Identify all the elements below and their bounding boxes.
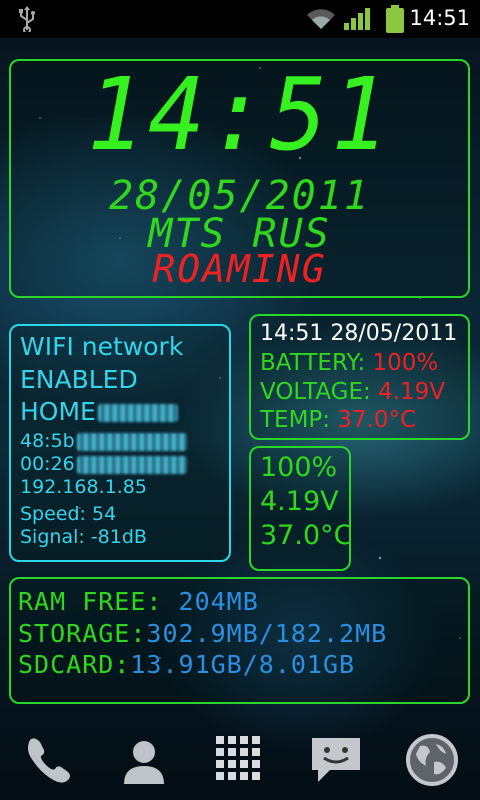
temp-value: 37.0°C <box>337 407 417 433</box>
wifi-signal: Signal: -81dB <box>20 526 147 548</box>
phone-icon[interactable] <box>20 732 76 788</box>
status-bar[interactable]: 14:51 <box>0 0 480 38</box>
wifi-bssid-row: 00:26 <box>20 453 187 476</box>
voltage-value: 4.19V <box>378 379 446 405</box>
voltage-row: VOLTAGE: 4.19V <box>260 378 445 407</box>
ram-label: RAM FREE: <box>18 587 163 616</box>
temp-label: TEMP: <box>260 407 331 433</box>
clock-time: 14:51 <box>87 56 392 173</box>
battery-widget[interactable]: 14:51 28/05/2011 BATTERY: 100% VOLTAGE: … <box>249 314 470 440</box>
usb-icon <box>19 6 35 32</box>
wifi-title: WIFI network <box>20 332 184 361</box>
wifi-ip: 192.168.1.85 <box>20 476 147 498</box>
sdcard-value: 13.91GB/8.01GB <box>130 650 356 679</box>
battery-row: BATTERY: 100% <box>260 349 438 378</box>
wifi-widget[interactable]: WIFI network ENABLED HOME 48:5b 00:26 19… <box>9 324 231 562</box>
battery-widget-header: 14:51 28/05/2011 <box>260 321 458 346</box>
storage-row: STORAGE:302.9MB/182.2MB <box>18 618 387 649</box>
wifi-mac-row: 48:5b <box>20 430 187 453</box>
clock-widget[interactable]: 14:51 28/05/2011 MTS RUS ROAMING <box>9 59 470 298</box>
app-drawer-icon[interactable] <box>212 732 268 788</box>
redacted-mac <box>76 432 187 451</box>
temp-row: TEMP: 37.0°C <box>260 406 416 435</box>
mini-battery-temp: 37.0°C <box>260 520 353 551</box>
battery-value: 100% <box>372 350 439 376</box>
redacted-ssid <box>97 404 178 422</box>
storage-label: STORAGE: <box>18 619 147 648</box>
sdcard-label: SDCARD: <box>18 650 131 679</box>
mini-battery-percent: 100% <box>260 452 338 483</box>
memory-widget[interactable]: RAM FREE: 204MB STORAGE:302.9MB/182.2MB … <box>9 577 470 704</box>
wifi-ssid-row: HOME <box>20 396 178 428</box>
roaming-indicator: ROAMING <box>152 247 327 291</box>
browser-icon[interactable] <box>404 732 460 788</box>
battery-icon <box>386 5 404 33</box>
messaging-icon[interactable] <box>308 732 364 788</box>
status-time: 14:51 <box>409 6 470 30</box>
wifi-mac: 48:5b <box>20 430 75 452</box>
wifi-icon <box>307 9 335 30</box>
wifi-speed: Speed: 54 <box>20 503 117 525</box>
voltage-label: VOLTAGE: <box>260 379 371 405</box>
ram-row: RAM FREE: 204MB <box>18 586 259 617</box>
wifi-bssid: 00:26 <box>20 453 75 475</box>
redacted-bssid <box>76 455 187 474</box>
sdcard-row: SDCARD:13.91GB/8.01GB <box>18 649 355 680</box>
battery-mini-widget[interactable]: 100% 4.19V 37.0°C <box>249 446 353 571</box>
storage-value: 302.9MB/182.2MB <box>146 619 388 648</box>
wifi-state: ENABLED <box>20 365 138 394</box>
contacts-icon[interactable] <box>116 732 172 788</box>
battery-label: BATTERY: <box>260 350 366 376</box>
cell-signal-icon <box>344 8 370 30</box>
ram-value: 204MB <box>178 587 259 616</box>
wifi-ssid: HOME <box>20 397 96 426</box>
mini-battery-voltage: 4.19V <box>260 486 339 517</box>
